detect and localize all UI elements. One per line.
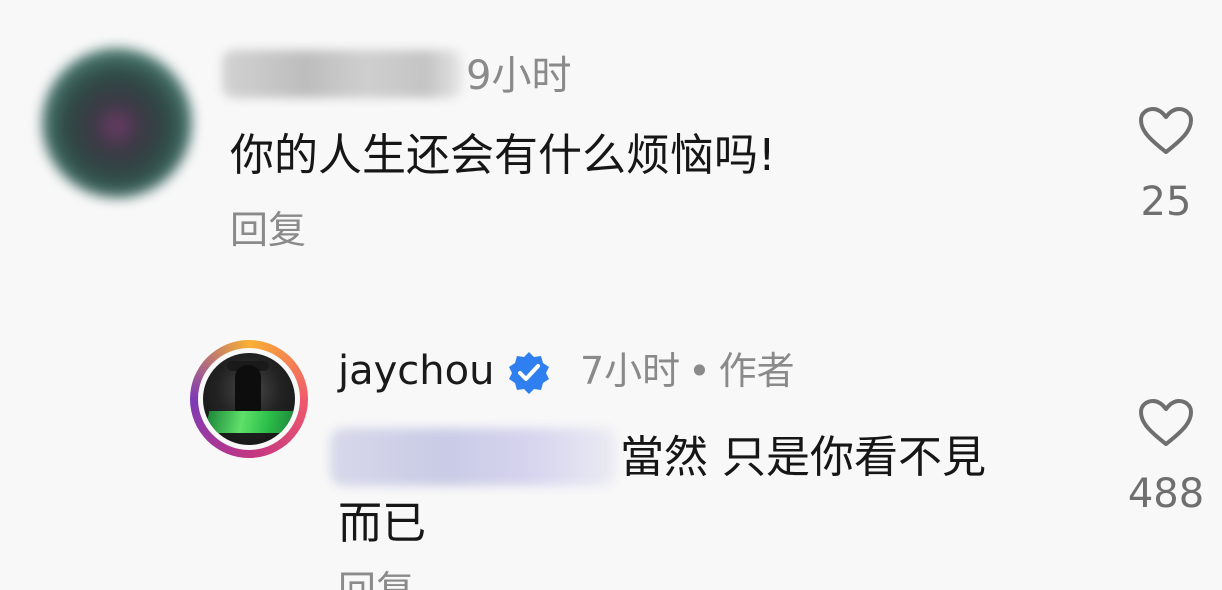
heart-outline-icon[interactable] [1138,106,1194,156]
reply-button[interactable]: 回复 [338,566,414,590]
comment-text: 你的人生还会有什么烦恼吗! [230,130,776,181]
author-tag: 作者 [718,349,795,393]
comment-text-line1: 當然 只是你看不見 [620,432,986,483]
comment-thread: 9小时 你的人生还会有什么烦恼吗! 回复 25 jaychou 7小时 • 作者 當… [0,0,1222,590]
like-button[interactable]: 488 [1106,398,1222,518]
avatar[interactable] [203,353,295,445]
meta-separator: • [688,349,711,393]
reply-button[interactable]: 回复 [230,206,306,254]
verified-badge-icon [509,352,549,394]
comment-text-line2: 而已 [338,498,426,549]
comment-time: 9小时 [466,53,572,99]
mention-blurred[interactable] [330,428,616,486]
avatar-green-logo [204,411,295,433]
username-blurred[interactable] [222,50,462,98]
avatar-figure [235,365,261,413]
heart-outline-icon[interactable] [1138,398,1194,448]
comment-time: 7小时 [580,349,681,393]
like-count: 488 [1127,471,1205,517]
comment-meta: 7小时 • 作者 [580,344,795,398]
avatar-blurred[interactable] [42,48,192,198]
like-count: 25 [1140,179,1192,225]
username[interactable]: jaychou [338,344,494,398]
like-button[interactable]: 25 [1106,106,1222,226]
